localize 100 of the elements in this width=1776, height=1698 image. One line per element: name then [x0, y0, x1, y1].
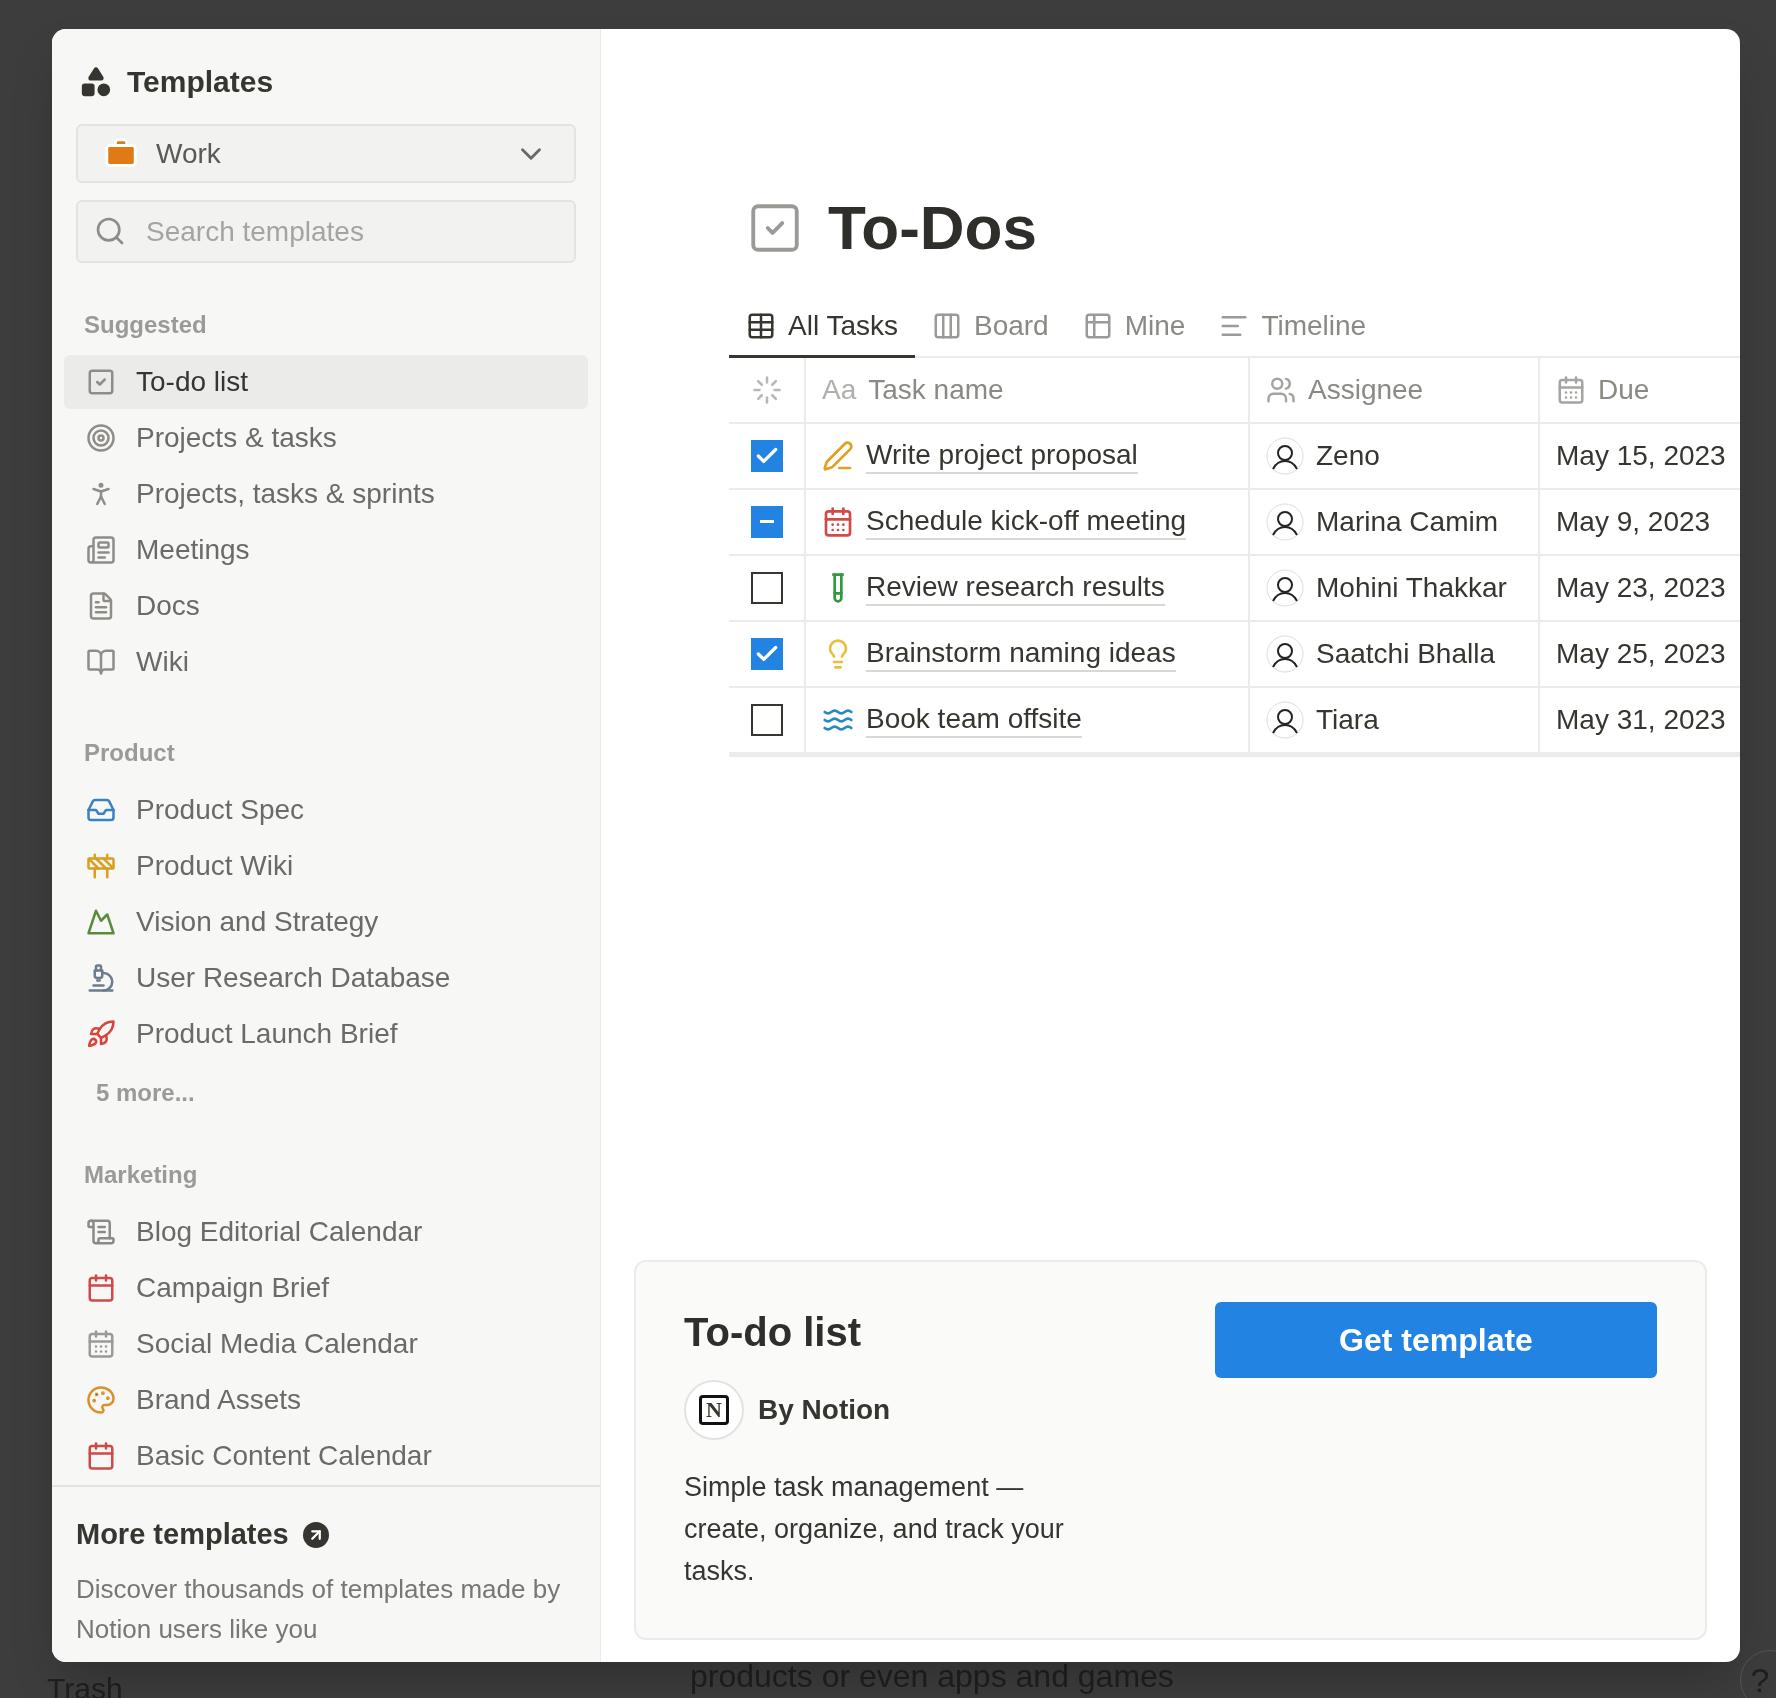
view-tab[interactable]: All Tasks — [729, 296, 915, 358]
footer-description: Discover thousands of templates made by Notion users like you — [76, 1572, 562, 1646]
due-date: May 9, 2023 — [1556, 505, 1711, 539]
minus-icon — [759, 520, 774, 523]
template-item[interactable]: Basic Content Calendar — [64, 1429, 588, 1483]
task-link[interactable]: Brainstorm naming ideas — [866, 636, 1176, 672]
card-title: To-do list — [684, 1309, 862, 1356]
template-label: Campaign Brief — [136, 1271, 329, 1305]
search-icon — [94, 215, 126, 247]
text-type-icon: Aa — [822, 369, 857, 411]
column-label: Assignee — [1308, 373, 1424, 407]
template-item[interactable]: Projects, tasks & sprints — [64, 467, 588, 521]
category-dropdown[interactable]: Work — [76, 124, 576, 183]
checkbox[interactable] — [750, 572, 783, 604]
due-date: May 25, 2023 — [1556, 637, 1726, 671]
search-field[interactable]: Search templates — [76, 200, 576, 263]
template-label: Projects, tasks & sprints — [136, 477, 435, 511]
microscope-icon — [86, 963, 116, 993]
people-icon — [1266, 375, 1296, 405]
more-link[interactable]: 5 more... — [76, 1075, 576, 1111]
task-link[interactable]: Book team offsite — [866, 702, 1082, 738]
checkbox[interactable] — [750, 440, 783, 472]
task-link[interactable]: Review research results — [866, 570, 1165, 606]
palette-icon — [86, 1385, 116, 1415]
template-item[interactable]: To-do list — [64, 355, 588, 409]
template-item[interactable]: Campaign Brief — [64, 1261, 588, 1315]
calendar-icon — [86, 1273, 116, 1303]
target-icon — [86, 423, 116, 453]
template-item[interactable]: Blog Editorial Calendar — [64, 1205, 588, 1259]
template-item[interactable]: Wiki — [64, 635, 588, 689]
assignee-name: Marina Camim — [1316, 505, 1499, 539]
assignee-name: Mohini Thakkar — [1316, 571, 1507, 605]
section-heading: Suggested — [83, 310, 208, 340]
mountain-icon — [86, 907, 116, 937]
template-item[interactable]: Brand Assets — [64, 1373, 588, 1427]
notes-icon — [86, 535, 116, 565]
calendar-icon — [822, 506, 854, 538]
book-icon — [86, 647, 116, 677]
avatar-icon — [1266, 437, 1304, 475]
template-label: Meetings — [136, 533, 250, 567]
avatar-icon — [1266, 701, 1304, 739]
template-item[interactable]: Social Media Calendar — [64, 1317, 588, 1371]
view-tab[interactable]: Timeline — [1202, 296, 1384, 358]
notion-logo: N — [684, 1380, 744, 1440]
assignee-name: Zeno — [1316, 439, 1380, 473]
pen-icon — [822, 440, 854, 472]
template-label: Basic Content Calendar — [136, 1439, 432, 1473]
assignee-name: Tiara — [1316, 703, 1379, 737]
template-label: Projects & tasks — [136, 421, 337, 455]
template-item[interactable]: Vision and Strategy — [64, 895, 588, 949]
template-item[interactable]: Product Wiki — [64, 839, 588, 893]
shapes-icon — [79, 64, 113, 99]
task-link[interactable]: Write project proposal — [866, 438, 1138, 474]
template-label: Product Launch Brief — [136, 1017, 398, 1051]
assignee-name: Saatchi Bhalla — [1316, 637, 1495, 671]
checkbox-icon — [86, 367, 116, 397]
avatar-icon — [1266, 503, 1304, 541]
template-label: Social Media Calendar — [136, 1327, 418, 1361]
template-label: To-do list — [136, 365, 249, 399]
template-label: Product Spec — [136, 793, 305, 827]
due-date: May 15, 2023 — [1556, 439, 1726, 473]
author-label: By Notion — [758, 1393, 891, 1427]
avatar-icon — [1266, 569, 1304, 607]
calendar-icon — [1556, 375, 1586, 405]
template-item[interactable]: Meetings — [64, 523, 588, 577]
spinner-icon — [751, 375, 782, 405]
column-label: Task name — [868, 373, 1004, 407]
template-item[interactable]: Product Launch Brief — [64, 1007, 588, 1061]
template-label: User Research Database — [136, 961, 451, 995]
view-tab[interactable]: Board — [914, 296, 1066, 358]
arrow-up-right-icon — [302, 1521, 329, 1548]
template-label: Wiki — [136, 645, 189, 679]
more-templates-link[interactable]: More templates — [76, 1513, 289, 1557]
template-label: Product Wiki — [136, 849, 294, 883]
category-value: Work — [156, 136, 222, 171]
get-template-button[interactable]: Get template — [1215, 1302, 1657, 1378]
template-label: Docs — [136, 589, 200, 623]
template-item[interactable]: Projects & tasks — [64, 411, 588, 465]
section-heading: Product — [83, 738, 176, 768]
task-link[interactable]: Schedule kick-off meeting — [866, 504, 1187, 540]
calendar-icon — [86, 1329, 116, 1359]
card-description: Simple task management — create, organize, and track your tasks. — [684, 1471, 1065, 1588]
calendar-icon — [86, 1441, 116, 1471]
template-label: Vision and Strategy — [136, 905, 379, 939]
avatar-icon — [1266, 635, 1304, 673]
template-label: Brand Assets — [136, 1383, 301, 1417]
template-item[interactable]: Product Spec — [64, 783, 588, 837]
template-label: Blog Editorial Calendar — [136, 1215, 423, 1249]
rocket-icon — [86, 1019, 116, 1049]
page-title: To-Dos — [828, 192, 1037, 264]
sidebar-title: Templates — [127, 64, 274, 100]
due-date: May 23, 2023 — [1556, 571, 1726, 605]
column-label: Due — [1598, 373, 1650, 407]
view-tab[interactable]: Mine — [1065, 296, 1203, 358]
checkbox[interactable] — [750, 506, 783, 538]
checkbox[interactable] — [750, 704, 783, 736]
checkbox[interactable] — [750, 638, 783, 670]
section-heading: Marketing — [83, 1160, 199, 1190]
template-item[interactable]: Docs — [64, 579, 588, 633]
template-item[interactable]: User Research Database — [64, 951, 588, 1005]
